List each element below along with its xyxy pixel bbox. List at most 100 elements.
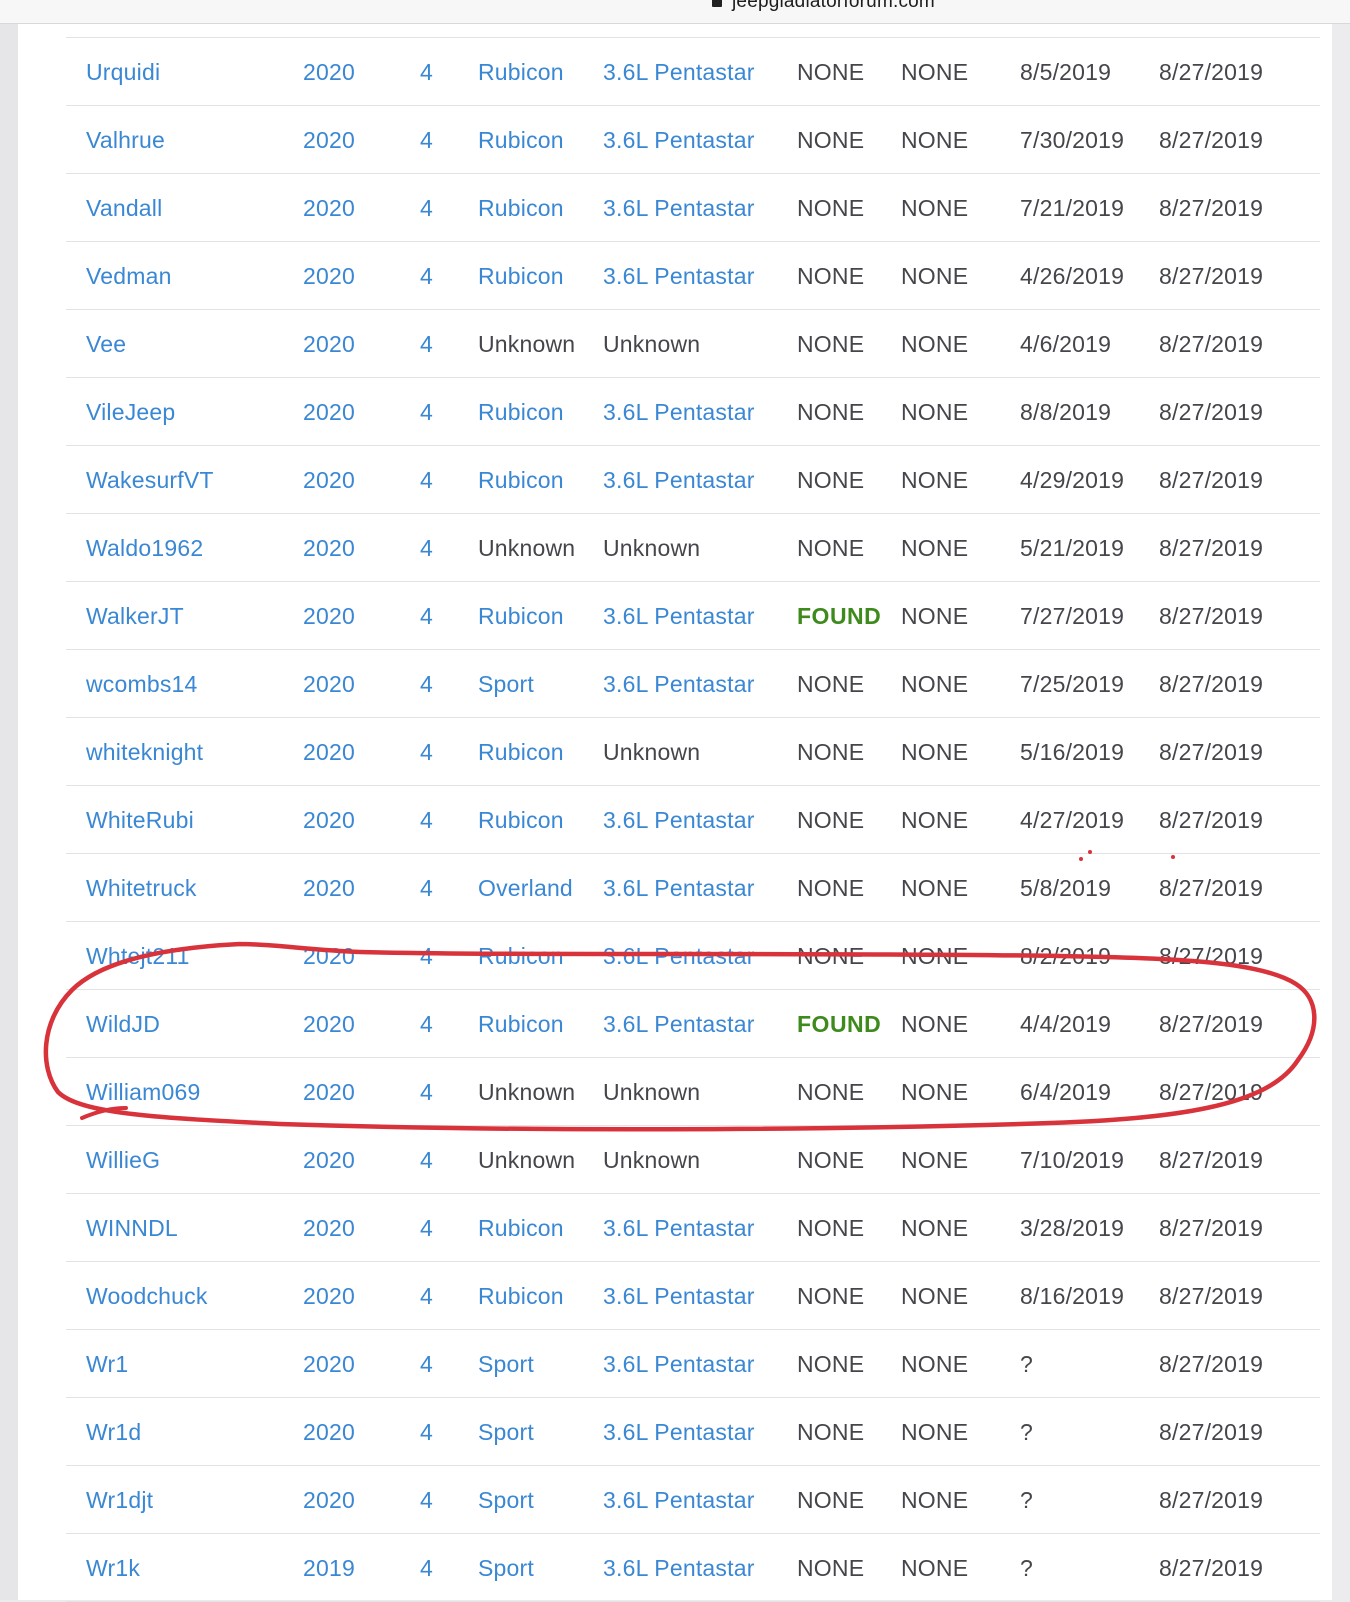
doors-link[interactable]: 4 xyxy=(420,106,433,174)
doors-link[interactable]: 4 xyxy=(420,1058,433,1126)
engine-cell[interactable]: 3.6L Pentastar xyxy=(603,1534,755,1602)
engine-cell[interactable]: 3.6L Pentastar xyxy=(603,38,755,106)
doors-link[interactable]: 4 xyxy=(420,582,433,650)
year-link[interactable]: 2020 xyxy=(303,310,355,378)
engine-cell[interactable]: 3.6L Pentastar xyxy=(603,106,755,174)
engine-cell[interactable]: 3.6L Pentastar xyxy=(603,650,755,718)
year-link[interactable]: 2020 xyxy=(303,786,355,854)
username-link[interactable]: wcombs14 xyxy=(86,650,198,718)
year-link[interactable]: 2020 xyxy=(303,922,355,990)
engine-cell[interactable]: 3.6L Pentastar xyxy=(603,242,755,310)
trim-cell[interactable]: Rubicon xyxy=(478,106,564,174)
year-link[interactable]: 2020 xyxy=(303,1126,355,1194)
engine-cell[interactable]: 3.6L Pentastar xyxy=(603,174,755,242)
year-link[interactable]: 2020 xyxy=(303,650,355,718)
username-link[interactable]: WillieG xyxy=(86,1126,160,1194)
year-link[interactable]: 2020 xyxy=(303,1466,355,1534)
trim-cell[interactable]: Rubicon xyxy=(478,1194,564,1262)
doors-link[interactable]: 4 xyxy=(420,38,433,106)
year-link[interactable]: 2020 xyxy=(303,582,355,650)
year-link[interactable]: 2020 xyxy=(303,242,355,310)
doors-link[interactable]: 4 xyxy=(420,174,433,242)
trim-cell[interactable]: Rubicon xyxy=(478,38,564,106)
doors-link[interactable]: 4 xyxy=(420,1534,433,1602)
doors-link[interactable]: 4 xyxy=(420,1330,433,1398)
username-link[interactable]: Vee xyxy=(86,310,126,378)
doors-link[interactable]: 4 xyxy=(420,378,433,446)
doors-link[interactable]: 4 xyxy=(420,990,433,1058)
username-link[interactable]: Valhrue xyxy=(86,106,165,174)
year-link[interactable]: 2020 xyxy=(303,446,355,514)
trim-cell[interactable]: Sport xyxy=(478,1466,534,1534)
engine-cell[interactable]: 3.6L Pentastar xyxy=(603,1330,755,1398)
trim-cell[interactable]: Rubicon xyxy=(478,786,564,854)
username-link[interactable]: Wr1d xyxy=(86,1398,141,1466)
doors-link[interactable]: 4 xyxy=(420,1466,433,1534)
username-link[interactable]: VileJeep xyxy=(86,378,175,446)
engine-cell[interactable]: 3.6L Pentastar xyxy=(603,1466,755,1534)
year-link[interactable]: 2020 xyxy=(303,1058,355,1126)
username-link[interactable]: Wr1djt xyxy=(86,1466,153,1534)
engine-cell[interactable]: 3.6L Pentastar xyxy=(603,582,755,650)
url-text[interactable]: jeepgladiatorforum.com xyxy=(732,0,935,13)
trim-cell[interactable]: Overland xyxy=(478,854,573,922)
doors-link[interactable]: 4 xyxy=(420,1194,433,1262)
trim-cell[interactable]: Rubicon xyxy=(478,446,564,514)
doors-link[interactable]: 4 xyxy=(420,310,433,378)
year-link[interactable]: 2019 xyxy=(303,1534,355,1602)
username-link[interactable]: Whtejt211 xyxy=(86,922,190,990)
username-link[interactable]: William069 xyxy=(86,1058,200,1126)
doors-link[interactable]: 4 xyxy=(420,446,433,514)
year-link[interactable]: 2020 xyxy=(303,514,355,582)
year-link[interactable]: 2020 xyxy=(303,1194,355,1262)
username-link[interactable]: Woodchuck xyxy=(86,1262,208,1330)
doors-link[interactable]: 4 xyxy=(420,786,433,854)
username-link[interactable]: Vandall xyxy=(86,174,162,242)
username-link[interactable]: WINNDL xyxy=(86,1194,178,1262)
trim-cell[interactable]: Rubicon xyxy=(478,582,564,650)
engine-cell[interactable]: 3.6L Pentastar xyxy=(603,854,755,922)
username-link[interactable]: Wr1 xyxy=(86,1330,128,1398)
trim-cell[interactable]: Rubicon xyxy=(478,718,564,786)
username-link[interactable]: Wr1k xyxy=(86,1534,140,1602)
username-link[interactable]: Urquidi xyxy=(86,38,160,106)
doors-link[interactable]: 4 xyxy=(420,242,433,310)
doors-link[interactable]: 4 xyxy=(420,650,433,718)
engine-cell[interactable]: 3.6L Pentastar xyxy=(603,1262,755,1330)
year-link[interactable]: 2020 xyxy=(303,1262,355,1330)
doors-link[interactable]: 4 xyxy=(420,922,433,990)
username-link[interactable]: Vedman xyxy=(86,242,172,310)
trim-cell[interactable]: Rubicon xyxy=(478,242,564,310)
engine-cell[interactable]: 3.6L Pentastar xyxy=(603,378,755,446)
trim-cell[interactable]: Rubicon xyxy=(478,922,564,990)
trim-cell[interactable]: Rubicon xyxy=(478,1262,564,1330)
right-scroll-gutter[interactable] xyxy=(1332,24,1350,1600)
year-link[interactable]: 2020 xyxy=(303,38,355,106)
username-link[interactable]: WakesurfVT xyxy=(86,446,214,514)
trim-cell[interactable]: Rubicon xyxy=(478,378,564,446)
engine-cell[interactable]: 3.6L Pentastar xyxy=(603,446,755,514)
doors-link[interactable]: 4 xyxy=(420,1262,433,1330)
doors-link[interactable]: 4 xyxy=(420,718,433,786)
engine-cell[interactable]: 3.6L Pentastar xyxy=(603,1398,755,1466)
year-link[interactable]: 2020 xyxy=(303,718,355,786)
engine-cell[interactable]: 3.6L Pentastar xyxy=(603,990,755,1058)
engine-cell[interactable]: 3.6L Pentastar xyxy=(603,1194,755,1262)
trim-cell[interactable]: Rubicon xyxy=(478,174,564,242)
engine-cell[interactable]: 3.6L Pentastar xyxy=(603,786,755,854)
username-link[interactable]: whiteknight xyxy=(86,718,203,786)
username-link[interactable]: WhiteRubi xyxy=(86,786,194,854)
username-link[interactable]: Whitetruck xyxy=(86,854,197,922)
trim-cell[interactable]: Rubicon xyxy=(478,990,564,1058)
trim-cell[interactable]: Sport xyxy=(478,650,534,718)
year-link[interactable]: 2020 xyxy=(303,990,355,1058)
trim-cell[interactable]: Sport xyxy=(478,1534,534,1602)
doors-link[interactable]: 4 xyxy=(420,1126,433,1194)
year-link[interactable]: 2020 xyxy=(303,854,355,922)
browser-address-bar[interactable]: jeepgladiatorforum.com xyxy=(0,0,1350,24)
doors-link[interactable]: 4 xyxy=(420,514,433,582)
username-link[interactable]: WalkerJT xyxy=(86,582,184,650)
username-link[interactable]: Waldo1962 xyxy=(86,514,203,582)
year-link[interactable]: 2020 xyxy=(303,1398,355,1466)
trim-cell[interactable]: Sport xyxy=(478,1330,534,1398)
